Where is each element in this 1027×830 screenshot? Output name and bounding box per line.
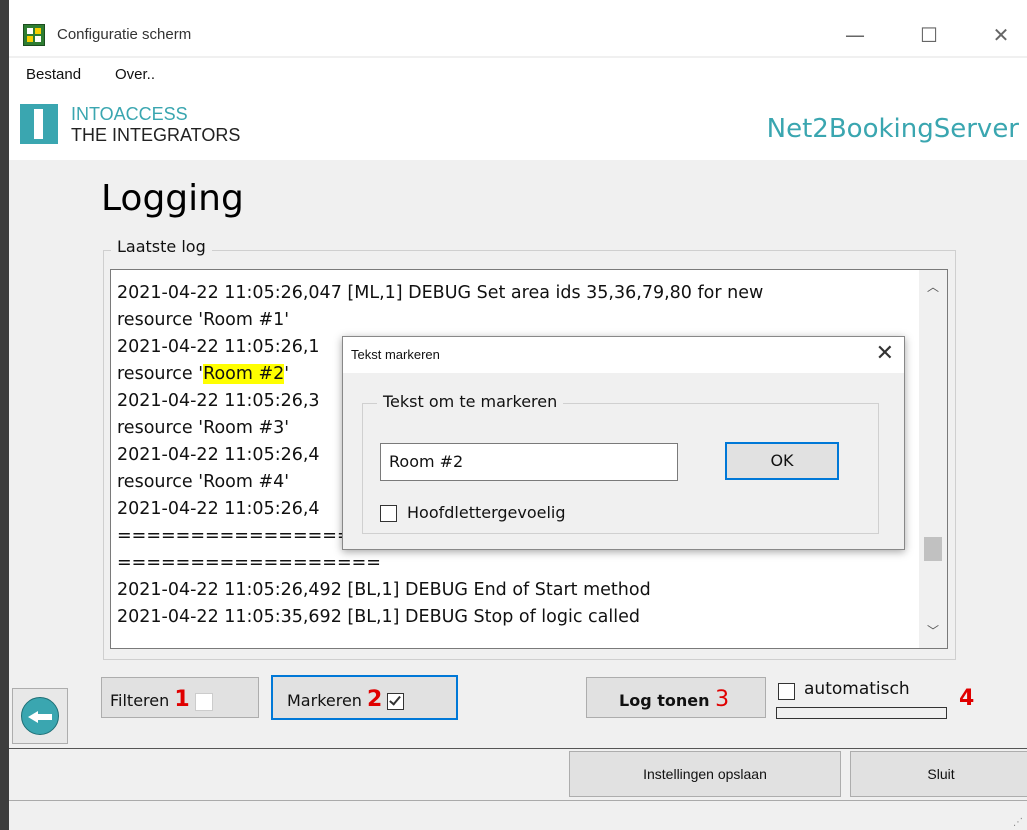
annotation-number-4: 4	[959, 686, 975, 711]
window-title: Configuratie scherm	[57, 26, 192, 43]
back-button[interactable]	[12, 688, 68, 744]
minimize-button[interactable]: —	[835, 20, 875, 50]
log-line: 2021-04-22 11:05:26,047 [ML,1] DEBUG Set…	[117, 283, 764, 303]
brand-line-2: THE INTEGRATORS	[71, 125, 241, 145]
back-arrow-icon	[21, 697, 59, 735]
highlighted-match: Room #2	[203, 364, 285, 384]
app-grid-icon	[23, 24, 45, 46]
automatic-checkbox[interactable]	[778, 683, 795, 700]
log-line: 2021-04-22 11:05:26,1	[117, 337, 320, 357]
brand-line-1: INTOACCESS	[71, 104, 188, 124]
menu-bar: Bestand Over..	[9, 58, 1027, 88]
resize-grip-icon[interactable]: ⋰	[1013, 817, 1023, 828]
log-group-label: Laatste log	[111, 237, 212, 256]
log-line: 2021-04-22 11:05:26,4	[117, 499, 320, 519]
server-name: Net2BookingServer	[766, 114, 1019, 144]
annotation-number-3: 3	[715, 687, 730, 712]
case-sensitive-checkbox[interactable]	[380, 505, 397, 522]
status-divider	[9, 800, 1027, 801]
mark-checkbox[interactable]	[387, 693, 405, 710]
mark-label: Markeren	[287, 691, 362, 710]
menu-bestand[interactable]: Bestand	[26, 66, 81, 83]
page-title: Logging	[101, 178, 244, 219]
scroll-thumb[interactable]	[924, 537, 942, 561]
annotation-number-2: 2	[367, 687, 383, 712]
show-log-button[interactable]: Log tonen 3	[586, 677, 766, 718]
brand-bar: INTOACCESS THE INTEGRATORS Net2BookingSe…	[9, 88, 1027, 160]
filter-button[interactable]: Filteren 1	[101, 677, 259, 718]
dialog-title-bar: Tekst markeren ✕	[343, 337, 904, 373]
automatic-label: automatisch	[804, 679, 910, 699]
log-line: 2021-04-22 11:05:26,492 [BL,1] DEBUG End…	[117, 580, 651, 600]
log-line: 2021-04-22 11:05:26,4	[117, 445, 320, 465]
intoaccess-logo-icon	[20, 104, 58, 144]
annotation-number-1: 1	[174, 687, 190, 712]
mark-text-dialog: Tekst markeren ✕ Tekst om te markeren Ro…	[342, 336, 905, 550]
close-window-button[interactable]: ✕	[981, 20, 1021, 50]
filter-checkbox[interactable]	[194, 692, 213, 711]
dialog-close-button[interactable]: ✕	[876, 341, 894, 366]
menu-over[interactable]: Over..	[115, 66, 155, 83]
show-log-label: Log tonen	[619, 691, 710, 710]
case-sensitive-label: Hoofdlettergevoelig	[407, 503, 566, 522]
save-settings-button[interactable]: Instellingen opslaan	[569, 751, 841, 797]
scroll-down-icon[interactable]: ﹀	[919, 622, 947, 642]
footer-divider	[9, 748, 1027, 749]
log-line: resource 'Room #1'	[117, 310, 290, 330]
close-button[interactable]: Sluit	[850, 751, 1027, 797]
maximize-button[interactable]: ☐	[909, 20, 949, 50]
title-bar: Configuratie scherm — ☐ ✕	[9, 0, 1027, 56]
mark-text-input[interactable]: Room #2	[380, 443, 678, 481]
log-scrollbar[interactable]: ︿ ﹀	[919, 270, 947, 648]
ok-button[interactable]: OK	[725, 442, 839, 480]
scroll-up-icon[interactable]: ︿	[919, 278, 947, 298]
filter-label: Filteren	[110, 691, 170, 710]
log-line: 2021-04-22 11:05:35,692 [BL,1] DEBUG Sto…	[117, 607, 640, 627]
log-line: resource 'Room #4'	[117, 472, 290, 492]
log-line: resource 'Room #3'	[117, 418, 290, 438]
mark-button[interactable]: Markeren 2	[271, 675, 458, 720]
automatic-progress-bar	[776, 707, 947, 719]
log-line: ==================	[117, 553, 381, 573]
config-window: Configuratie scherm — ☐ ✕ Bestand Over..…	[9, 0, 1027, 830]
dialog-title: Tekst markeren	[351, 347, 440, 362]
log-line: 2021-04-22 11:05:26,3	[117, 391, 320, 411]
log-line: resource '	[117, 364, 204, 384]
log-line: '	[284, 364, 290, 384]
dialog-group-label: Tekst om te markeren	[377, 392, 564, 411]
